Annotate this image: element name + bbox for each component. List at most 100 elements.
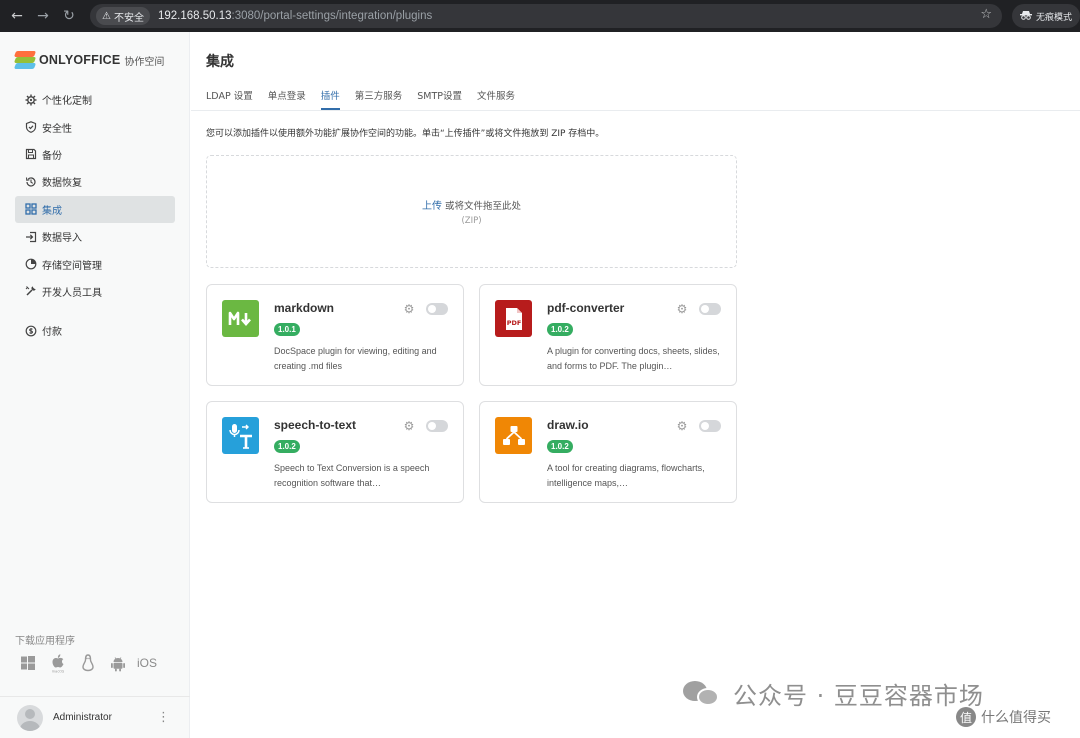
forward-arrow-icon[interactable]: → xyxy=(30,3,56,29)
sidebar-item-label: 集成 xyxy=(42,205,62,217)
plugin-name: markdown xyxy=(274,301,335,315)
gear-icon[interactable]: ⚙ xyxy=(402,419,416,433)
plugin-version-badge: 1.0.2 xyxy=(274,440,300,453)
android-icon[interactable] xyxy=(107,652,129,674)
settings-tabs: LDAP 设置 单点登录 插件 第三方服务 SMTP设置 文件服务 xyxy=(206,88,530,110)
sidebar-item-backup[interactable]: 备份 xyxy=(15,141,175,168)
dropzone-format: (ZIP) xyxy=(461,216,482,226)
onlyoffice-logo-icon xyxy=(13,51,37,69)
svg-text:PDF: PDF xyxy=(506,319,521,327)
gear-icon[interactable]: ⚙ xyxy=(675,302,689,316)
sidebar-item-label: 存储空间管理 xyxy=(42,260,102,272)
smzdm-watermark: 值 什么值得买 xyxy=(956,707,1051,727)
smzdm-icon: 值 xyxy=(956,707,976,727)
sidebar-item-label: 数据恢复 xyxy=(42,178,82,190)
dropzone-text: 上传 或将文件拖至此处 xyxy=(207,197,736,212)
plugin-version-badge: 1.0.2 xyxy=(547,440,573,453)
storage-icon xyxy=(24,257,38,271)
incognito-icon xyxy=(1020,10,1032,23)
download-apps: macOS iOS xyxy=(17,652,165,674)
restore-icon xyxy=(24,175,38,189)
logo-text: ONLYOFFICE xyxy=(39,53,121,67)
incognito-badge[interactable]: 无痕模式 xyxy=(1012,4,1080,28)
warning-icon: ⚠ xyxy=(102,10,111,22)
plugin-card-markdown[interactable]: markdown 1.0.1 DocSpace plugin for viewi… xyxy=(206,284,464,386)
shield-icon xyxy=(24,120,38,134)
watermark-text: 公众号 · 豆豆容器市场 xyxy=(733,682,984,710)
dropzone-hint: 或将文件拖至此处 xyxy=(441,201,522,212)
plugin-toggle[interactable] xyxy=(699,420,721,432)
gear-icon[interactable]: ⚙ xyxy=(675,419,689,433)
plugin-toggle[interactable] xyxy=(426,303,448,315)
speech-to-text-icon xyxy=(222,417,259,454)
plugins-description: 您可以添加插件以使用额外功能扩展协作空间的功能。单击“上传插件”或将文件拖放到 … xyxy=(206,129,605,139)
security-badge[interactable]: ⚠ 不安全 xyxy=(96,7,150,25)
sidebar-item-payment[interactable]: 付款 xyxy=(15,317,175,344)
drawio-icon xyxy=(495,417,532,454)
url-path: :3080/portal-settings/integration/plugin… xyxy=(231,10,433,22)
linux-icon[interactable] xyxy=(77,652,99,674)
gear-icon[interactable]: ⚙ xyxy=(402,302,416,316)
tab-document-service[interactable]: 文件服务 xyxy=(477,88,515,110)
plugin-toggle[interactable] xyxy=(699,303,721,315)
user-name: Administrator xyxy=(53,712,112,723)
sidebar-item-storage[interactable]: 存储空间管理 xyxy=(15,250,175,277)
logo-subtitle: 协作空间 xyxy=(124,56,165,68)
sidebar-item-security[interactable]: 安全性 xyxy=(15,113,175,140)
tab-third-party[interactable]: 第三方服务 xyxy=(355,88,403,110)
bookmark-star-icon[interactable]: ☆ xyxy=(980,7,992,22)
plugin-card-pdf-converter[interactable]: PDF pdf-converter 1.0.2 A plugin for con… xyxy=(479,284,737,386)
plugin-version-badge: 1.0.1 xyxy=(274,323,300,336)
integration-icon xyxy=(24,202,38,216)
avatar[interactable] xyxy=(17,704,43,731)
ios-label[interactable]: iOS xyxy=(137,652,157,674)
address-bar[interactable]: ⚠ 不安全 192.168.50.13:3080/portal-settings… xyxy=(90,4,1002,28)
tab-ldap[interactable]: LDAP 设置 xyxy=(206,88,253,110)
markdown-icon xyxy=(222,300,259,337)
plugin-name: draw.io xyxy=(547,418,589,432)
plugin-description: Speech to Text Conversion is a speech re… xyxy=(274,463,430,488)
main-content: 集成 LDAP 设置 单点登录 插件 第三方服务 SMTP设置 文件服务 您可以… xyxy=(191,32,1080,738)
sidebar-item-developer-tools[interactable]: 开发人员工具 xyxy=(15,278,175,305)
user-panel: Administrator ⋮ xyxy=(0,696,190,738)
sidebar-item-label: 备份 xyxy=(42,150,62,162)
tab-plugins[interactable]: 插件 xyxy=(320,88,340,110)
plugin-card-drawio[interactable]: draw.io 1.0.2 A tool for creating diagra… xyxy=(479,401,737,503)
wechat-watermark: 公众号 · 豆豆容器市场 xyxy=(683,676,984,711)
url-text: 192.168.50.13:3080/portal-settings/integ… xyxy=(158,10,432,22)
plugin-version-badge: 1.0.2 xyxy=(547,323,573,336)
sidebar-item-restore[interactable]: 数据恢复 xyxy=(15,168,175,195)
plugin-description: A tool for creating diagrams, flowcharts… xyxy=(547,463,705,488)
tab-sso[interactable]: 单点登录 xyxy=(268,88,306,110)
sidebar-item-integration[interactable]: 集成 xyxy=(15,195,175,223)
plugin-name: speech-to-text xyxy=(274,418,357,432)
wechat-icon xyxy=(683,678,723,710)
gear-icon xyxy=(24,93,38,107)
sidebar-item-customization[interactable]: 个性化定制 xyxy=(15,86,175,113)
onlyoffice-logo[interactable]: ONLYOFFICE 协作空间 xyxy=(13,51,165,69)
sidebar-item-data-import[interactable]: 数据导入 xyxy=(15,223,175,250)
developer-icon xyxy=(24,284,38,298)
macos-icon[interactable]: macOS xyxy=(47,652,69,674)
plugin-toggle[interactable] xyxy=(426,420,448,432)
windows-icon[interactable] xyxy=(17,652,39,674)
download-apps-label: 下载应用程序 xyxy=(15,636,75,647)
reload-icon[interactable]: ↻ xyxy=(56,3,82,29)
page-title: 集成 xyxy=(206,54,234,70)
sidebar-item-label: 付款 xyxy=(42,327,62,339)
sidebar-item-label: 个性化定制 xyxy=(42,96,92,108)
back-arrow-icon[interactable]: ← xyxy=(4,3,30,29)
sidebar-item-label: 安全性 xyxy=(42,123,72,135)
plugin-description: DocSpace plugin for viewing, editing and… xyxy=(274,346,437,371)
payment-icon xyxy=(24,324,38,338)
sidebar-item-label: 开发人员工具 xyxy=(42,287,102,299)
plugin-upload-dropzone[interactable]: 上传 或将文件拖至此处 (ZIP) xyxy=(206,155,737,268)
plugin-card-speech-to-text[interactable]: speech-to-text 1.0.2 Speech to Text Conv… xyxy=(206,401,464,503)
upload-link[interactable]: 上传 xyxy=(422,201,442,212)
pdf-icon: PDF xyxy=(495,300,532,337)
url-host: 192.168.50.13 xyxy=(157,10,232,22)
more-vertical-icon[interactable]: ⋮ xyxy=(157,710,170,725)
incognito-label: 无痕模式 xyxy=(1036,12,1073,23)
tab-smtp[interactable]: SMTP设置 xyxy=(417,88,462,110)
save-icon xyxy=(24,147,38,161)
